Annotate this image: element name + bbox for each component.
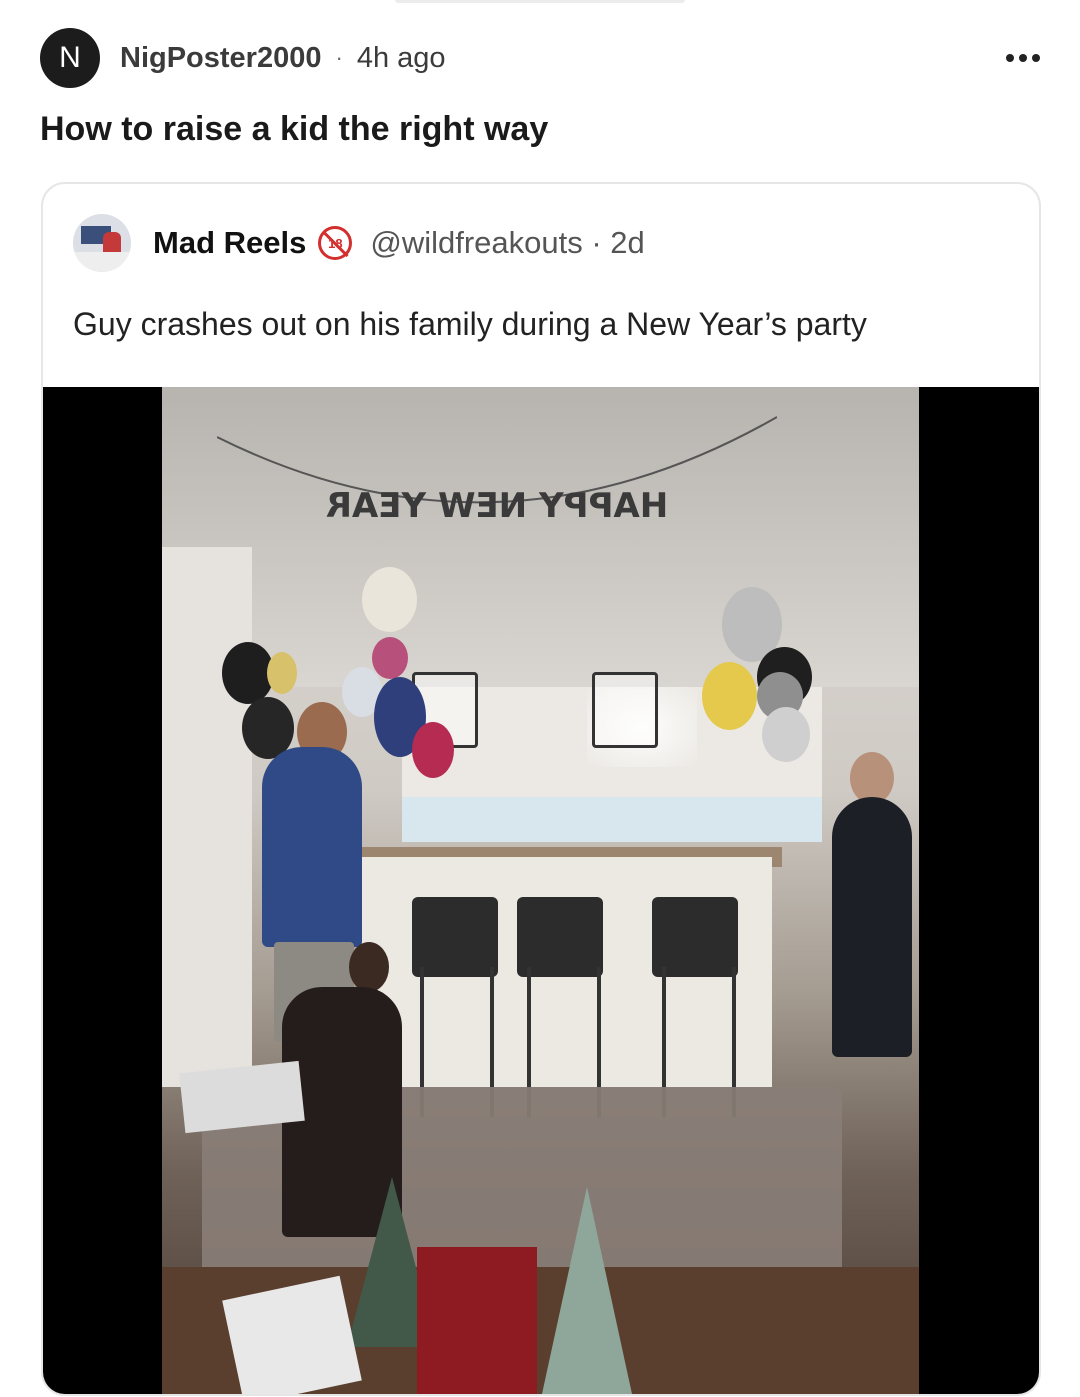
top-handle [395, 0, 685, 3]
svg-text:HAPPY NEW YEAR: HAPPY NEW YEAR [326, 486, 668, 526]
video-frame[interactable]: HAPPY NEW YEAR [162, 387, 919, 1394]
embedded-tweet[interactable]: Mad Reels 18 @wildfreakouts · 2d Guy cra… [41, 182, 1041, 1396]
separator: · [335, 45, 343, 70]
tweet-author-name[interactable]: Mad Reels [153, 225, 306, 261]
age-restricted-icon: 18 [318, 226, 353, 260]
man-figure [262, 747, 362, 947]
post-title[interactable]: How to raise a kid the right way [40, 110, 548, 149]
username[interactable]: NigPoster2000 [120, 42, 322, 75]
tweet-text: Guy crashes out on his family during a N… [73, 306, 867, 342]
post-time: 4h ago [356, 41, 446, 74]
woman-figure [832, 797, 912, 1057]
more-options-button[interactable] [1006, 44, 1040, 72]
more-dot-icon [1006, 54, 1014, 62]
more-dot-icon [1032, 54, 1040, 62]
user-avatar[interactable]: N [40, 28, 100, 88]
video-player[interactable]: HAPPY NEW YEAR [43, 387, 1039, 1394]
tweet-author-avatar[interactable] [73, 214, 131, 272]
happy-new-year-banner: HAPPY NEW YEAR [217, 416, 777, 526]
tweet-handle-time: @wildfreakouts · 2d [370, 225, 645, 260]
tweet-header: Mad Reels 18 @wildfreakouts · 2d [73, 214, 645, 272]
post-header: N NigPoster2000 · 4h ago [40, 28, 1040, 88]
more-dot-icon [1019, 54, 1027, 62]
